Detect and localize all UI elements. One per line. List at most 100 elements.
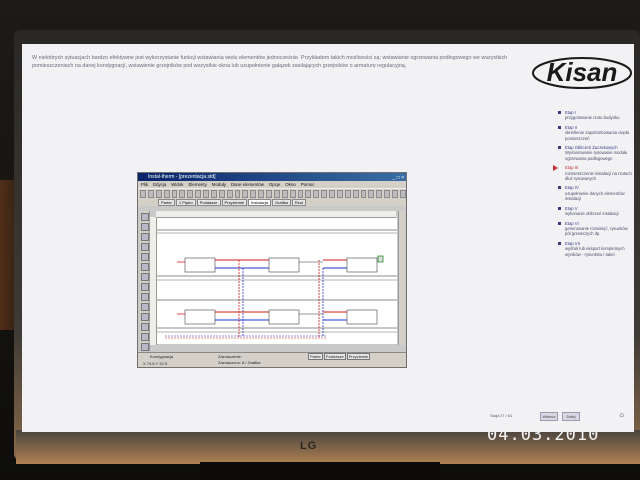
embedded-app-window: Instal-therm - [prezentacja.std] _ □ × P… (137, 172, 407, 368)
floor-tab[interactable]: Instalacja (248, 199, 271, 206)
floor-tab[interactable]: Przyziemie (221, 199, 248, 206)
menu-item[interactable]: Moduły (212, 182, 226, 187)
toolbar-button[interactable] (360, 190, 367, 198)
toolbar-button[interactable] (226, 190, 233, 198)
stage-nav-item[interactable]: Etap III rozmieszczenie instalacji na rzu… (553, 165, 632, 182)
palette-tool-button[interactable] (141, 313, 149, 321)
toolbar-button[interactable] (266, 190, 272, 198)
toolbar-button[interactable] (336, 190, 343, 198)
vertical-scrollbar[interactable] (398, 211, 405, 345)
stage-nav-item[interactable]: Etap Iprzygotowanie rzutu budynku (558, 110, 632, 121)
status-tabs: Parter Poddasze Przyziemie (308, 353, 371, 360)
toolbar-button[interactable] (140, 190, 146, 198)
toolbar-button[interactable] (273, 190, 280, 198)
window-controls[interactable]: _ □ × (393, 174, 405, 182)
floor-tab[interactable]: Rzut (291, 199, 307, 206)
prev-slide-button[interactable]: Wstecz (540, 412, 558, 421)
app-toolbar (138, 188, 406, 199)
status-tab[interactable]: Przyziemie (346, 353, 371, 360)
stage-description: przygotowanie rzutu budynku (565, 115, 620, 121)
toolbar-button[interactable] (289, 190, 296, 198)
settings-icon[interactable]: ☼ (618, 410, 625, 419)
monitor-stand (200, 462, 440, 480)
radiator (268, 309, 300, 325)
palette-tool-button[interactable] (141, 253, 149, 261)
palette-tool-button[interactable] (141, 303, 149, 311)
palette-tool-button[interactable] (141, 283, 149, 291)
stage-nav-item[interactable]: Etap II określenie zapotrzebowania ciepła… (558, 125, 632, 141)
next-slide-button[interactable]: Dalej (562, 412, 580, 421)
toolbar-button[interactable] (195, 190, 201, 198)
palette-tool-button[interactable] (141, 293, 149, 301)
left-tool-palette (140, 211, 150, 351)
palette-tool-button[interactable] (141, 243, 149, 251)
toolbar-button[interactable] (187, 190, 194, 198)
drawing-canvas[interactable] (157, 218, 397, 344)
floor-tab[interactable]: Poddasze (196, 199, 221, 206)
palette-tool-button[interactable] (141, 323, 149, 331)
bullet-icon (553, 165, 558, 172)
horizontal-ruler (156, 211, 396, 218)
stage-description: określenie zapotrzebowania ciepła pomies… (565, 130, 630, 141)
floor-tab[interactable]: Parter (158, 199, 175, 206)
menu-item[interactable]: Edycja (153, 182, 166, 187)
bullet-icon (558, 241, 561, 245)
app-title: Instal-therm - [prezentacja.std] (148, 174, 216, 180)
toolbar-button[interactable] (242, 190, 249, 198)
status-layer[interactable]: Kondygnacja (150, 354, 173, 359)
toolbar-button[interactable] (218, 190, 225, 198)
toolbar-button[interactable] (305, 190, 312, 198)
stage-navigation: Etap Iprzygotowanie rzutu budynku Etap II… (553, 110, 632, 261)
toolbar-button[interactable] (384, 190, 390, 198)
toolbar-button[interactable] (258, 190, 264, 198)
stage-nav-item[interactable]: Etap VI generowanie rozwinięć, rysunków p… (558, 221, 632, 237)
toolbar-button[interactable] (147, 190, 154, 198)
menu-item[interactable]: Dane elementów (231, 182, 264, 187)
stage-nav-item[interactable]: Etap IV uzupełnienie danych elementów ins… (558, 185, 632, 201)
menu-item[interactable]: Opcje (269, 182, 280, 187)
toolbar-button[interactable] (297, 190, 304, 198)
menu-item[interactable]: Okno (285, 182, 296, 187)
menu-item[interactable]: Elementy (188, 182, 206, 187)
palette-tool-button[interactable] (141, 333, 149, 341)
toolbar-button[interactable] (313, 190, 320, 198)
toolbar-button[interactable] (281, 190, 288, 198)
menu-item[interactable]: Plik (141, 182, 148, 187)
status-tab[interactable]: Parter (308, 353, 323, 360)
toolbar-button[interactable] (210, 190, 217, 198)
toolbar-button[interactable] (250, 190, 257, 198)
toolbar-button[interactable] (321, 190, 327, 198)
toolbar-button[interactable] (329, 190, 335, 198)
toolbar-button[interactable] (344, 190, 351, 198)
menu-item[interactable]: Pomoc (301, 182, 315, 187)
palette-tool-button[interactable] (141, 223, 149, 231)
toolbar-button[interactable] (352, 190, 359, 198)
toolbar-button[interactable] (155, 190, 162, 198)
toolbar-button[interactable] (376, 190, 383, 198)
kisan-logo: Kisan (532, 57, 632, 89)
toolbar-button[interactable] (203, 190, 209, 198)
app-title-bar[interactable]: Instal-therm - [prezentacja.std] _ □ × (138, 173, 406, 181)
toolbar-button[interactable] (171, 190, 178, 198)
stage-description: rozmieszczenie instalacji na rzutach dłu… (565, 170, 632, 182)
toolbar-button[interactable] (179, 190, 186, 198)
stage-nav-item[interactable]: Etap VII wydruk lub eksport kompletnych w… (558, 241, 632, 257)
camera-date-stamp: 04.03.2010 (487, 425, 600, 445)
palette-tool-button[interactable] (141, 263, 149, 271)
toolbar-button[interactable] (163, 190, 170, 198)
toolbar-button[interactable] (399, 190, 406, 198)
floor-tab[interactable]: 1 Piętro (175, 199, 196, 206)
toolbar-button[interactable] (234, 190, 241, 198)
toolbar-button[interactable] (368, 190, 375, 198)
menu-item[interactable]: Widok (171, 182, 183, 187)
palette-tool-button[interactable] (141, 343, 149, 351)
palette-tool-button[interactable] (141, 233, 149, 241)
stage-nav-item[interactable]: Etap Obliczeń Zaczekowych Wymiarowanie ry… (558, 145, 632, 161)
floor-tab[interactable]: Grafika (271, 199, 291, 206)
radiator (346, 309, 378, 325)
status-tab[interactable]: Poddasze (323, 353, 346, 360)
palette-tool-button[interactable] (141, 273, 149, 281)
palette-tool-button[interactable] (141, 213, 149, 221)
stage-nav-item[interactable]: Etap Vwykonanie obliczeń instalacji (558, 206, 632, 217)
toolbar-button[interactable] (392, 190, 398, 198)
